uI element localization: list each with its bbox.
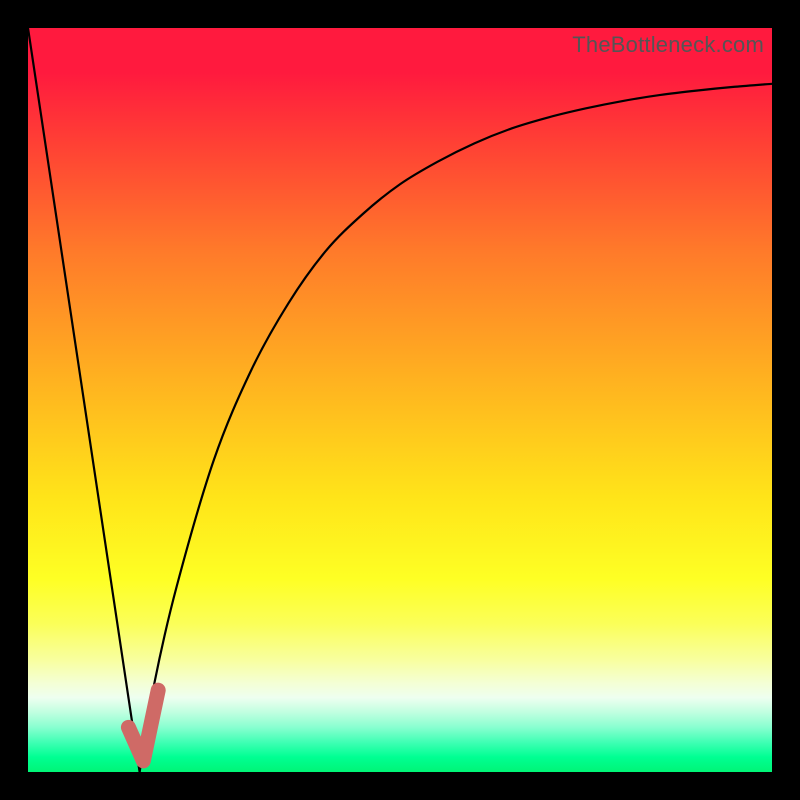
highlight-hook <box>128 690 158 761</box>
plot-area: TheBottleneck.com <box>28 28 772 772</box>
left-line <box>28 28 140 772</box>
curves-overlay <box>28 28 772 772</box>
right-curve <box>140 84 772 772</box>
chart-frame: TheBottleneck.com <box>0 0 800 800</box>
